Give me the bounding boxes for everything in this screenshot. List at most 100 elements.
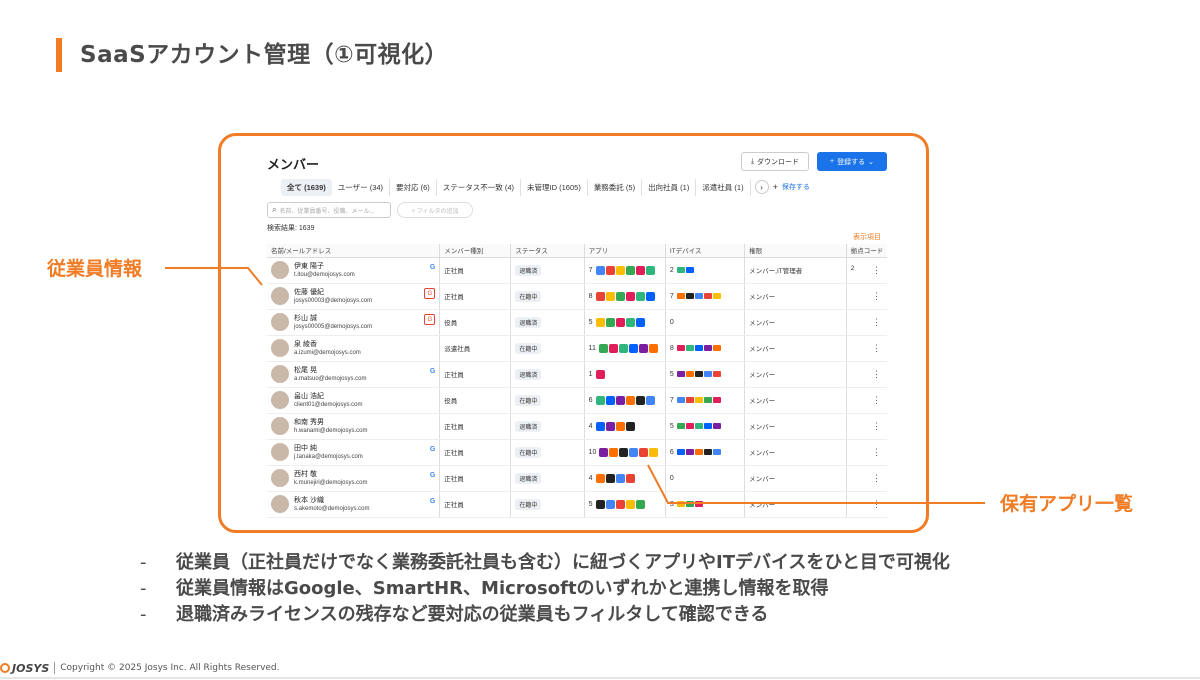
app-count: 4 [588, 422, 593, 430]
table-row[interactable]: 伊東 陽子 t.itou@demojosys.com G 正社員 退職済 7 2 メンバー,I… [267, 257, 887, 284]
tabs-next-button[interactable]: › [754, 180, 769, 194]
member-name[interactable]: 田中 純 [294, 444, 363, 453]
device-icon [694, 371, 703, 377]
more-options-icon[interactable]: ⋮ [872, 499, 881, 510]
app-icon [615, 291, 625, 301]
bullet-item: - 退職済みライセンスの残存など要対応の従業員もフィルタして確認できる [140, 602, 950, 628]
more-options-icon[interactable]: ⋮ [872, 473, 881, 484]
status-badge: 在籍中 [515, 498, 542, 510]
devices-cell: 7 [665, 283, 746, 310]
member-type: 役員 [439, 387, 512, 414]
app-icon [615, 421, 625, 431]
member-name[interactable]: 西村 敬 [294, 470, 367, 479]
sync-source-icon: G [424, 288, 436, 299]
tab-action-required[interactable]: 要対応 (6) [390, 178, 437, 196]
app-icon [618, 343, 628, 353]
member-name[interactable]: 杉山 誠 [294, 314, 372, 323]
member-email: a.izumi@demojosys.com [294, 349, 361, 356]
bullet-text: 従業員（正社員だけでなく業務委託社員も含む）に紐づくアプリやITデバイスをひと目… [176, 552, 950, 573]
name-cell: 畠山 浩紀 client01@demojosys.com [267, 387, 441, 414]
site-code: 2 [850, 264, 855, 272]
member-name[interactable]: 松尾 晃 [294, 366, 366, 375]
app-count: 11 [588, 344, 596, 352]
role-cell: メンバー [744, 335, 847, 362]
tab-users[interactable]: ユーザー (34) [332, 178, 391, 196]
table-row[interactable]: 佐藤 優紀 josys00003@demojosys.com G 正社員 在籍中 8 7 メン… [267, 283, 887, 310]
devices-cell: 2 [665, 257, 746, 284]
column-header[interactable]: アプリ [584, 244, 666, 258]
member-name[interactable]: 畠山 浩紀 [294, 392, 362, 401]
member-type: 正社員 [439, 491, 512, 518]
device-count: 3 [669, 500, 674, 508]
apps-cell: 7 [584, 257, 666, 284]
register-label: 登録する [837, 158, 866, 166]
device-count: 5 [669, 422, 674, 430]
member-type: 正社員 [439, 257, 512, 284]
register-button[interactable]: + 登録する ⌄ [817, 152, 887, 171]
tab-seconded[interactable]: 出向社員 (1) [642, 178, 697, 196]
tab-status-mismatch[interactable]: ステータス不一致 (4) [437, 178, 522, 196]
search-input[interactable]: ⌕ 名前、従業員番号、役職、メール... [267, 202, 391, 218]
more-options-icon[interactable]: ⋮ [872, 447, 881, 458]
app-icon [595, 317, 605, 327]
member-name[interactable]: 伊東 陽子 [294, 262, 355, 271]
table-row[interactable]: 杉山 誠 josys00005@demojosys.com G 役員 退職済 5 0 メンバー… [267, 309, 887, 336]
table-row[interactable]: 西村 敬 k.munejiri@demojosys.com G 正社員 退職済 4 0 メンバ… [267, 465, 887, 492]
member-name[interactable]: 泉 綾香 [294, 340, 361, 349]
table-row[interactable]: 秋本 沙織 s.akemoto@demojosys.com G 正社員 在籍中 5 3 メンバ… [267, 491, 887, 518]
more-options-icon[interactable]: ⋮ [872, 317, 881, 328]
save-view-link[interactable]: 保存する [782, 182, 810, 192]
app-count: 8 [588, 292, 593, 300]
role-cell: メンバー [744, 361, 847, 388]
table-row[interactable]: 和南 秀男 h.wanami@demojosys.com 正社員 退職済 4 5 メンバー … [267, 413, 887, 440]
logo-text: JOSYS [12, 661, 50, 675]
device-icon [712, 345, 721, 351]
device-icon [685, 449, 694, 455]
tab-all[interactable]: 全て (1639) [281, 178, 332, 196]
column-header[interactable]: ITデバイス [665, 244, 746, 258]
column-header[interactable]: メンバー種別 [439, 244, 512, 258]
member-email: josys00003@demojosys.com [294, 297, 373, 304]
devices-cell: 5 [665, 361, 746, 388]
download-button[interactable]: ⤓ ダウンロード [741, 152, 809, 171]
app-count: 5 [588, 318, 593, 326]
site-cell: ⋮ [846, 465, 887, 492]
tab-dispatched[interactable]: 派遣社員 (1) [696, 178, 751, 196]
tab-contractors[interactable]: 業務委託 (5) [588, 178, 643, 196]
more-options-icon[interactable]: ⋮ [872, 343, 881, 354]
app-icon [625, 499, 635, 509]
sync-source-icon: G [424, 314, 436, 325]
add-filter-button[interactable]: + フィルタの追加 [397, 202, 473, 218]
avatar [271, 391, 289, 409]
more-options-icon[interactable]: ⋮ [872, 369, 881, 380]
tab-unmanaged-id[interactable]: 未管理ID (1605) [521, 178, 588, 196]
role-cell: メンバー [744, 413, 847, 440]
bullet-item: - 従業員（正社員だけでなく業務委託社員も含む）に紐づくアプリやITデバイスをひ… [140, 550, 950, 576]
apps-cell: 10 [584, 439, 666, 466]
column-header[interactable]: 名前/メールアドレス [267, 244, 441, 258]
app-icon [615, 265, 625, 275]
member-name[interactable]: 和南 秀男 [294, 418, 367, 427]
display-items-link[interactable]: 表示項目 [853, 232, 881, 242]
table-row[interactable]: 泉 綾香 a.izumi@demojosys.com 派遣社員 在籍中 11 8 メンバー … [267, 335, 887, 362]
member-name[interactable]: 秋本 沙織 [294, 496, 369, 505]
table-row[interactable]: 松尾 晃 a.matsuo@demojosys.com G 正社員 退職済 1 5 メンバー … [267, 361, 887, 388]
apps-cell: 11 [584, 335, 666, 362]
device-icon [712, 449, 721, 455]
app-icon [625, 291, 635, 301]
member-name[interactable]: 佐藤 優紀 [294, 288, 372, 297]
table-row[interactable]: 畠山 浩紀 client01@demojosys.com 役員 在籍中 6 7 メンバー ⋮ [267, 387, 887, 414]
member-email: s.akemoto@demojosys.com [294, 505, 370, 512]
more-options-icon[interactable]: ⋮ [872, 395, 881, 406]
role-cell: メンバー [744, 283, 847, 310]
search-icon: ⌕ [272, 205, 277, 214]
column-header[interactable]: ステータス [510, 244, 585, 258]
more-options-icon[interactable]: ⋮ [872, 421, 881, 432]
more-options-icon[interactable]: ⋮ [872, 291, 881, 302]
add-tab-button[interactable]: + [773, 182, 778, 192]
table-row[interactable]: 田中 純 j.tanaka@demojosys.com G 正社員 在籍中 10 6 メンバー… [267, 439, 887, 466]
column-header[interactable]: 拠点コード [846, 244, 887, 258]
more-options-icon[interactable]: ⋮ [872, 265, 881, 276]
member-email: t.itou@demojosys.com [294, 271, 355, 278]
column-header[interactable]: 権限 [744, 244, 847, 258]
